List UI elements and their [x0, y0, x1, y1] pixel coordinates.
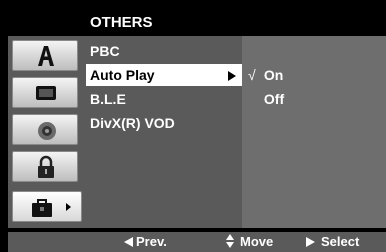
checkmark-icon: √: [248, 67, 256, 83]
menu-item-divx-vod[interactable]: DivX(R) VOD: [86, 112, 238, 134]
hint-move: Move: [226, 232, 273, 252]
option-on[interactable]: √ On: [248, 64, 283, 86]
hint-move-label: Move: [240, 234, 274, 249]
menu-item-label: B.L.E: [90, 91, 126, 107]
page-title: OTHERS: [90, 14, 153, 31]
sidebar: [8, 36, 82, 228]
hint-select: Select: [306, 232, 359, 252]
hint-select-label: Select: [321, 234, 360, 249]
menu-item-label: Auto Play: [90, 67, 155, 83]
option-label: Off: [263, 91, 285, 107]
footer-hints: Prev. Move Select: [8, 232, 386, 252]
left-arrow-icon: [124, 237, 133, 247]
option-off[interactable]: Off: [248, 88, 284, 110]
hint-prev-label: Prev.: [136, 234, 167, 249]
menu-item-pbc[interactable]: PBC: [86, 40, 238, 62]
tab-language[interactable]: [12, 40, 78, 71]
menu-item-label: DivX(R) VOD: [90, 115, 175, 131]
right-arrow-icon: [306, 237, 315, 247]
letter-a-icon: [38, 46, 54, 66]
tab-audio[interactable]: [12, 114, 78, 145]
up-down-arrow-icon: [226, 234, 235, 248]
padlock-icon: [38, 155, 54, 178]
speaker-icon: [38, 122, 56, 140]
menu-item-ble[interactable]: B.L.E: [86, 88, 238, 110]
submenu-panel: √ On Off: [242, 36, 386, 228]
hint-prev: Prev.: [124, 232, 167, 252]
play-arrow-icon: [228, 71, 236, 81]
toolbox-icon: [32, 199, 52, 217]
tab-lock[interactable]: [12, 151, 78, 182]
menu-item-label: PBC: [90, 43, 120, 59]
option-label: On: [263, 67, 284, 83]
tab-display[interactable]: [12, 77, 78, 108]
settings-menu: PBC Auto Play B.L.E DivX(R) VOD: [82, 36, 242, 228]
tab-others[interactable]: [12, 191, 82, 222]
tv-screen-icon: [36, 86, 56, 100]
osd-screen: OTHERS PBC Auto Play B.L.E DivX(R) VOD √…: [0, 0, 386, 252]
tab-pointer-icon: [66, 203, 71, 211]
menu-item-auto-play[interactable]: Auto Play: [86, 64, 242, 86]
